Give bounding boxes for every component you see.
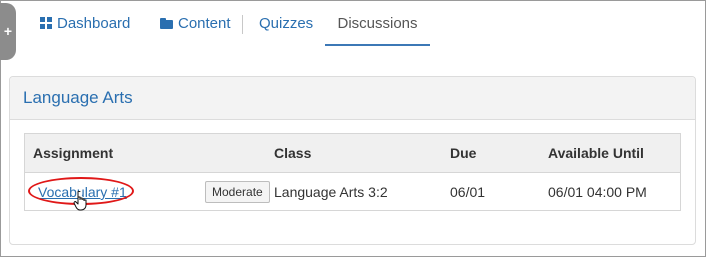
moderate-button[interactable]: Moderate (205, 181, 270, 203)
tab-quizzes-label: Quizzes (259, 14, 314, 32)
top-nav: Dashboard Content Quizzes Discussions (26, 0, 706, 46)
tab-quizzes[interactable]: Quizzes (259, 0, 313, 46)
due-cell: 06/01 (450, 184, 486, 200)
column-header-due: Due (450, 145, 477, 161)
class-panel: Language Arts Assignment Class Due Avail… (9, 76, 696, 245)
folder-icon (160, 18, 173, 29)
assignments-table: Assignment Class Due Available Until Voc… (24, 133, 681, 211)
tab-discussions[interactable]: Discussions (325, 0, 430, 46)
nav-separator (242, 15, 243, 34)
table-header-row: Assignment Class Due Available Until (25, 134, 680, 173)
panel-header: Language Arts (10, 77, 695, 120)
tab-dashboard[interactable]: Dashboard (40, 0, 130, 46)
hand-cursor-icon (73, 191, 87, 211)
plus-icon: + (3, 23, 13, 39)
grid-icon (40, 17, 52, 29)
table-row: Vocabulary #1 Moderate Language Arts 3:2… (25, 173, 680, 211)
tab-content[interactable]: Content (160, 0, 231, 46)
panel-title: Language Arts (23, 88, 133, 107)
column-header-class: Class (274, 145, 312, 161)
expand-side-tab[interactable]: + (0, 3, 16, 60)
column-header-available-until: Available Until (548, 145, 644, 161)
tab-content-label: Content (178, 14, 231, 32)
tab-dashboard-label: Dashboard (57, 14, 131, 32)
class-cell: Language Arts 3:2 (274, 184, 388, 200)
tab-discussions-label: Discussions (337, 14, 418, 32)
column-header-assignment: Assignment (33, 145, 114, 161)
available-until-cell: 06/01 04:00 PM (548, 184, 647, 200)
